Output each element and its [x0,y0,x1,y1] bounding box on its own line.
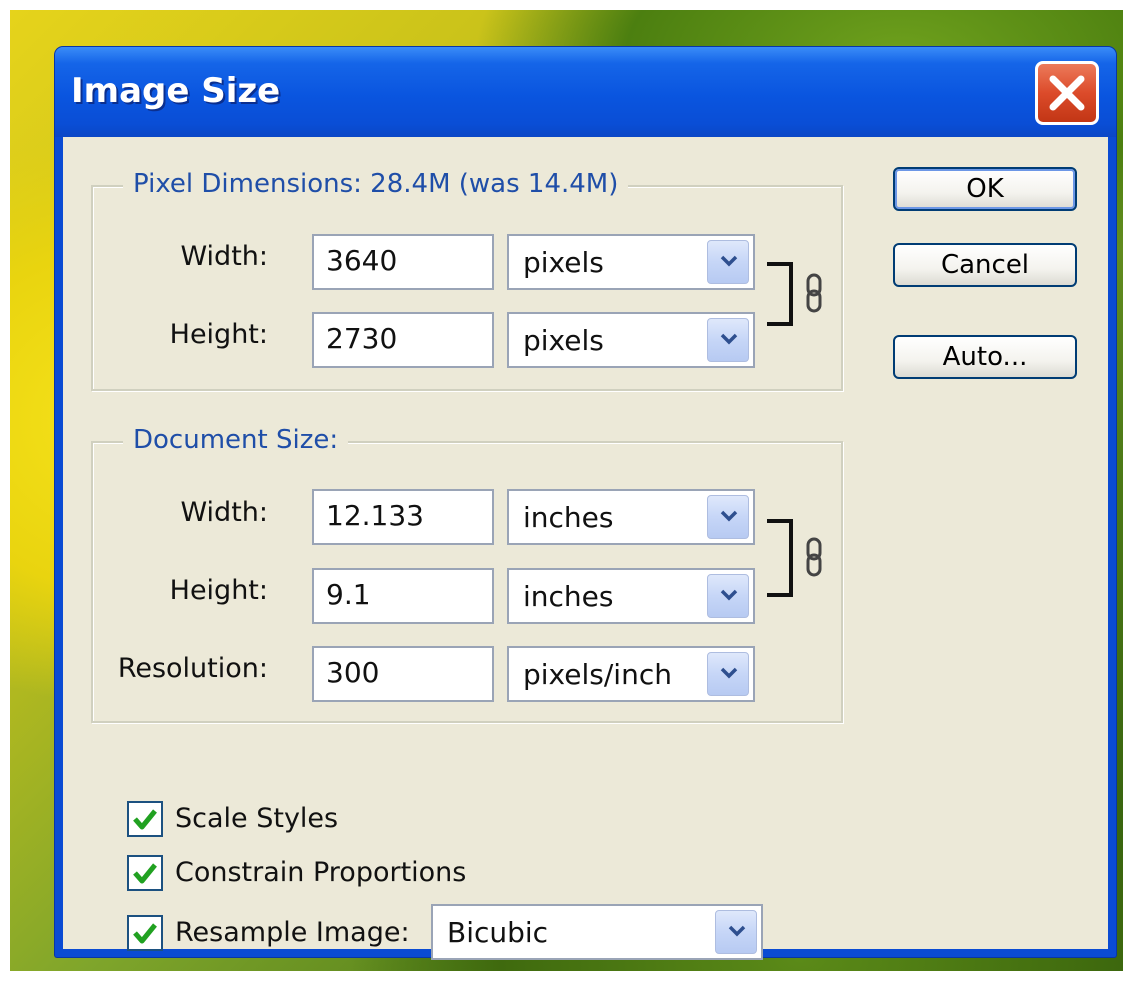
doc-width-label: Width: [180,497,268,528]
resolution-label: Resolution: [117,653,268,684]
chevron-down-icon [720,333,738,345]
constrain-proportions-checkbox[interactable] [127,855,163,891]
doc-height-unit-value: inches [523,580,614,613]
doc-height-unit-select[interactable]: inches [507,568,755,624]
pixel-dimensions-legend: Pixel Dimensions: 28.4M (was 14.4M) [123,169,629,199]
checkmark-icon [133,863,157,884]
cancel-button[interactable]: Cancel [893,243,1077,287]
pixel-width-unit-value: pixels [523,246,604,279]
dialog-body: Pixel Dimensions: 28.4M (was 14.4M) Widt… [63,137,1108,960]
scale-styles-checkbox[interactable] [127,801,163,837]
dropdown-button[interactable] [715,910,757,954]
pixel-height-label: Height: [169,319,268,350]
chain-link-icon [806,273,822,313]
doc-height-input[interactable]: 9.1 [312,568,494,624]
title-bar[interactable]: Image Size [55,47,1116,137]
resolution-unit-select[interactable]: pixels/inch [507,646,755,702]
chevron-down-icon [728,925,746,937]
dialog-title: Image Size [71,71,281,111]
doc-height-label: Height: [169,575,268,606]
resolution-unit-value: pixels/inch [523,658,672,691]
resample-method-select[interactable]: Bicubic [431,904,763,960]
pixel-width-unit-select[interactable]: pixels [507,234,755,290]
auto-button[interactable]: Auto... [893,335,1077,379]
chevron-down-icon [720,255,738,267]
doc-width-unit-value: inches [523,501,614,534]
chevron-down-icon [720,667,738,679]
ok-button[interactable]: OK [893,167,1077,211]
chain-link-icon [806,537,822,577]
resample-method-value: Bicubic [447,916,549,949]
pixel-height-unit-select[interactable]: pixels [507,312,755,368]
resolution-input[interactable]: 300 [312,646,494,702]
chevron-down-icon [720,510,738,522]
dropdown-button[interactable] [707,495,749,539]
close-icon [1049,75,1085,111]
doc-width-unit-select[interactable]: inches [507,489,755,545]
doc-width-input[interactable]: 12.133 [312,489,494,545]
close-button[interactable] [1035,61,1099,125]
pixel-height-unit-value: pixels [523,324,604,357]
pixel-height-input[interactable]: 2730 [312,312,494,368]
resample-image-label[interactable]: Resample Image: [175,917,410,948]
scale-styles-label[interactable]: Scale Styles [175,803,338,834]
dropdown-button[interactable] [707,574,749,618]
document-size-legend: Document Size: [123,425,349,455]
dropdown-button[interactable] [707,240,749,284]
constrain-bracket [767,262,793,326]
checkmark-icon [133,923,157,944]
chevron-down-icon [720,589,738,601]
resample-image-checkbox[interactable] [127,915,163,951]
dropdown-button[interactable] [707,652,749,696]
checkmark-icon [133,809,157,830]
constrain-proportions-label[interactable]: Constrain Proportions [175,857,466,888]
pixel-width-label: Width: [180,241,268,272]
image-size-dialog: Image Size Pixel Dimensions: 28.4M (was … [55,47,1116,960]
pixel-width-input[interactable]: 3640 [312,234,494,290]
dropdown-button[interactable] [707,318,749,362]
constrain-bracket [767,519,793,597]
